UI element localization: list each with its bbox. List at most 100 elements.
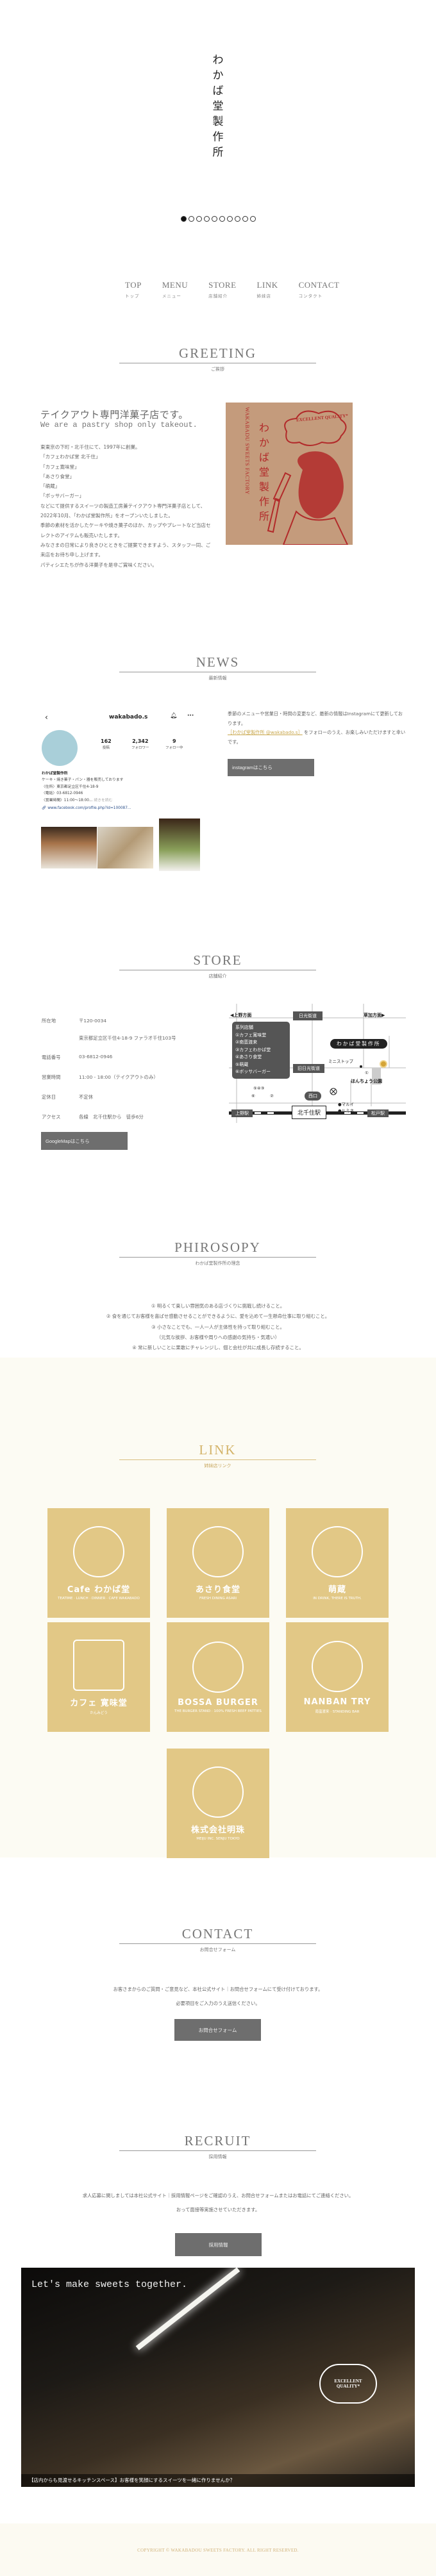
logo-char: ば [212,85,224,97]
store-info-label [42,1035,79,1042]
instagram-button[interactable]: instagramはこちら [228,759,314,776]
sister-store-link[interactable]: カフェ 寛味堂かんみどう [47,1622,150,1732]
philosophy-item: （元気な挨拶、お客様や周りへの感謝の気持ち・気遣い） [156,1334,280,1340]
greeting-paragraph: 季節の素材を活かしたケーキや焼き菓子のほか、カップやプレートなど当店セレクトのア… [40,522,211,538]
slider-pagination [0,216,436,222]
nav-sublabel: トップ [125,294,140,299]
slider-dot[interactable] [234,216,240,222]
store-logo-sub: かんみどう [90,1711,108,1715]
post-thumbnail[interactable] [97,827,153,868]
sister-store-link[interactable]: 株式会社明珠 MEIJU INC. SENJU TOKYO [167,1749,269,1858]
site-logo[interactable]: わ か ば 堂 製 作 所 [210,53,226,160]
contact-form-button[interactable]: お問合せフォーム [174,2019,261,2041]
post-thumbnail[interactable] [159,819,200,871]
nav-sublabel: メニュー [162,294,181,299]
map-label: 松戸駅 [367,1109,389,1117]
map-chain-item: ⑥ボッサバーガー [235,1069,271,1074]
bio-line: ケーキ・焼き菓子・パン・器を販売しております [42,778,124,783]
image-name-ja: わかば堂製作所 [259,422,270,522]
store-logo-name: カフェ 寛味堂 [70,1698,128,1708]
store-logo-sub: MEIJU INC. SENJU TOKYO [196,1836,240,1841]
map-label: ⑤④③ [253,1086,265,1091]
section-heading-recruit: RECRUIT 採用情報 [119,2132,316,2160]
heading-en: STORE [193,952,242,968]
store-info-row: 東京都足立区千住4-18-9 ファラオ千住103号 [42,1035,176,1042]
nav-menu[interactable]: MENU メニュー [162,280,188,299]
nav-store[interactable]: STORE 店舗紹介 [208,280,236,299]
link-icon: 🔗︎ [42,806,47,811]
store-logo-name: 萌蔵 [328,1584,346,1595]
slider-dot[interactable] [242,216,248,222]
logo-char: 製 [212,115,224,128]
slider-dot[interactable] [219,216,225,222]
greeting-paragraph: などにて提供するスイーツの製造工房兼テイクアウト専門洋菓子店として、2022年1… [40,503,206,519]
slider-dot[interactable] [226,216,233,222]
map-label: ●マルイ [338,1102,355,1107]
instagram-account-link[interactable]: ［わかば堂製作所 @wakabado.s］ [228,729,303,735]
sister-store-link[interactable]: 萌蔵 IN DRINK, THERE IS TRUTH. [286,1508,389,1618]
google-map-button[interactable]: GoogleMapはこちら [41,1132,128,1150]
map-label: 上野駅 [231,1109,253,1117]
nav-label: LINK [256,280,278,290]
sister-store-link[interactable]: あさり食堂 FRESH DINING ASARI [167,1508,269,1618]
philosophy-list: ① 明るくて楽しい雰囲気のある店づくりに挑戦し続けること。 ② 食を通じてお客様… [0,1301,436,1353]
recruit-button[interactable]: 採用情報 [175,2233,262,2256]
nav-label: MENU [162,280,189,290]
logo-char: 所 [212,146,224,159]
nav-label: STORE [208,280,237,290]
slider-dot[interactable] [180,216,187,222]
nav-label: CONTACT [298,280,340,290]
greeting-paragraph: 「あさり食堂」 [40,473,75,479]
slider-dot[interactable] [196,216,202,222]
nav-sublabel: コンタクト [298,294,323,299]
section-heading-store: STORE 店舗紹介 [119,952,316,979]
heading-ja: 店舗紹介 [208,974,227,979]
nav-link[interactable]: LINK 姉妹店 [257,280,278,299]
greeting-paragraph: パティシエたちが作る洋菓子を是非ご賞味ください。 [40,561,157,568]
nav-top[interactable]: TOP トップ [125,280,142,299]
section-heading-greeting: GREETING ご挨拶 [119,345,316,372]
store-logo-icon [192,1766,244,1818]
map-label: ●ルミネ [338,1108,355,1113]
greeting-paragraph: 「カフェわかば堂 北千住」 [40,454,101,460]
sister-store-link[interactable]: Cafe わかば堂 TEATIME · LUNCH · DINNER · CAFE… [47,1508,150,1618]
philosophy-item: ④ 常に新しいことに果敢にチャレンジし、個と会社が共に成長し存続すること。 [132,1345,304,1351]
sister-store-link[interactable]: BOSSA BURGER THE BURGER STAND · 100% FRES… [167,1622,269,1732]
post-thumbnail[interactable] [41,827,97,868]
map-label: ⑥ [251,1093,255,1099]
more-icon: ··· [187,713,194,719]
logo-char: か [212,69,224,82]
profile-link[interactable]: www.facebook.com/profile.php?id=100087..… [47,806,131,810]
instagram-name: わかば堂製作所 [42,772,68,776]
map-label: 草加方面▶ [364,1013,385,1018]
store-info-label: 電話番号 [42,1054,61,1060]
slider-dot[interactable] [249,216,256,222]
read-more-link[interactable]: 続きを読む [94,799,112,802]
store-info-row: 所在地 〒120-0034 [42,1017,106,1024]
speech-bubble: EXCELLENT QUALITY* [319,2364,377,2404]
section-heading-contact: CONTACT お問合せフォーム [119,1925,316,1953]
map-chain-item: ④あさり食堂 [235,1054,262,1059]
map-shop-label: わかば堂製作所 [330,1039,387,1049]
heading-ja: 姉妹店リンク [204,1463,231,1468]
map-label: 日光街道 [293,1011,323,1020]
nav-contact[interactable]: CONTACT コンタクト [299,280,340,299]
map-chain-item: ③カフェわかば堂 [235,1047,271,1052]
map-label: ② [270,1093,274,1099]
news-text: 季節のメニューや営業日・時間の変更など、最新の情報はInstagramにて更新し… [228,711,406,745]
divider [119,2150,316,2151]
store-info-label: 営業時間 [42,1074,61,1080]
store-info-row: 営業時間 11:00 - 18:00（テイクアウトのみ） [42,1074,158,1081]
slider-dot[interactable] [211,216,217,222]
image-name-en: WAKABADU SWEETS FACTORY [244,407,251,495]
sister-store-link[interactable]: NANBAN TRY 南蛮渡来 · STANDING BAR [286,1622,389,1732]
nav-sublabel: 店舗紹介 [208,294,228,299]
main-nav: TOP トップ MENU メニュー STORE 店舗紹介 LINK 姉妹店 CONTAC… [125,280,339,299]
slider-dot[interactable] [188,216,194,222]
divider [119,1459,316,1460]
instagram-profile-embed[interactable]: ‹ wakabado.s 🔔︎ ··· 162 投稿 2,342 フォロワー 9 フォロー中… [40,710,213,871]
store-logo-sub: TEATIME · LUNCH · DINNER · CAFE WAKABADO [58,1596,140,1600]
heading-ja: お問合せフォーム [199,1947,236,1952]
slider-dot[interactable] [203,216,210,222]
store-logo-sub: FRESH DINING ASARI [199,1596,237,1600]
